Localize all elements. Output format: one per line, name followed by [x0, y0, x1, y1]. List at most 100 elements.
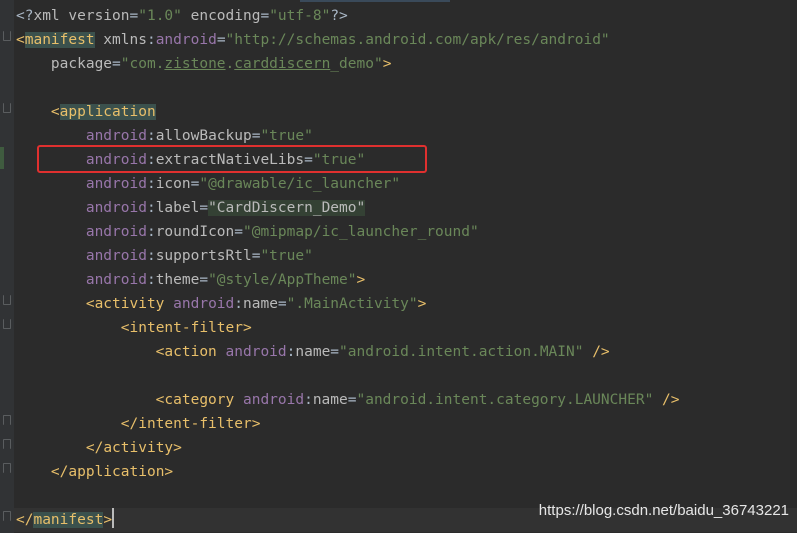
code-line-supports-rtl[interactable]: android:supportsRtl="true": [16, 244, 313, 268]
code-token: =: [330, 344, 340, 360]
code-line-manifest-open[interactable]: <manifest xmlns:android="http://schemas.…: [16, 28, 610, 52]
code-token: _demo": [330, 56, 383, 72]
fold-marker-icon[interactable]: [3, 463, 11, 473]
code-token: encoding: [181, 8, 261, 24]
fold-marker-icon[interactable]: [3, 415, 11, 425]
fold-marker-icon[interactable]: [3, 319, 11, 329]
code-token: "utf-8": [269, 8, 331, 24]
code-token: </: [16, 440, 104, 456]
code-token: "1.0": [138, 8, 182, 24]
code-line-activity-close[interactable]: </activity>: [16, 436, 182, 460]
code-token: :: [146, 32, 156, 48]
code-line-xml-decl[interactable]: <?xml version="1.0" encoding="utf-8"?>: [16, 4, 348, 28]
code-token: zistone: [164, 56, 226, 72]
code-token: ?>: [330, 8, 348, 24]
fold-marker-icon[interactable]: [3, 439, 11, 449]
code-token: >: [382, 56, 392, 72]
code-token: android: [164, 296, 235, 312]
code-line-category[interactable]: <category android:name="android.intent.c…: [16, 388, 680, 412]
code-token: supportsRtl: [155, 248, 252, 264]
code-token: android: [16, 200, 147, 216]
code-token: action: [164, 344, 217, 360]
editor-gutter: [0, 0, 14, 533]
fold-marker-icon[interactable]: [3, 103, 11, 113]
code-token: android: [234, 392, 305, 408]
highlight-annotation-box: [37, 145, 427, 173]
code-token: =: [260, 8, 270, 24]
code-token: android: [16, 128, 147, 144]
code-token: =: [199, 200, 209, 216]
code-token: activity: [103, 440, 174, 456]
code-token: :: [304, 392, 313, 408]
code-token: "@mipmap/ic_launcher_round": [243, 224, 479, 240]
code-token: </: [16, 512, 34, 528]
code-token: </: [16, 464, 69, 480]
code-token: "com.: [120, 56, 165, 72]
code-token: "@style/AppTheme": [208, 272, 357, 288]
code-token: :: [146, 224, 156, 240]
watermark-text: https://blog.csdn.net/baidu_36743221: [538, 502, 789, 519]
fold-marker-icon[interactable]: [3, 31, 11, 41]
code-token: >: [164, 464, 174, 480]
code-token: category: [164, 392, 235, 408]
code-line-label[interactable]: android:label="CardDiscern_Demo": [16, 196, 366, 220]
code-token: =: [277, 296, 287, 312]
code-token: "@drawable/ic_launcher": [199, 176, 401, 192]
code-token: =: [216, 32, 226, 48]
code-token: =: [199, 272, 209, 288]
code-token: android: [16, 224, 147, 240]
code-token: >: [103, 512, 113, 528]
code-token: <: [16, 32, 25, 48]
code-token: =: [129, 8, 139, 24]
code-token: android: [16, 176, 147, 192]
vcs-change-marker: [0, 147, 4, 169]
code-token: "CardDiscern_Demo": [208, 200, 366, 216]
code-token: icon: [155, 176, 191, 192]
code-token: allowBackup: [155, 128, 252, 144]
code-line-intent-filter-open[interactable]: <intent-filter>: [16, 316, 252, 340]
code-token: <: [16, 296, 95, 312]
code-line-application-close[interactable]: </application>: [16, 460, 173, 484]
code-line-action[interactable]: <action android:name="android.intent.act…: [16, 340, 610, 364]
code-line-application-open[interactable]: <application: [16, 100, 156, 124]
code-token: xml version: [33, 8, 130, 24]
code-token: </: [16, 416, 139, 432]
code-token: :: [146, 248, 156, 264]
code-line-package[interactable]: package="com.zistone.carddiscern_demo">: [16, 52, 392, 76]
code-token: :: [234, 296, 243, 312]
code-token: android: [155, 32, 217, 48]
code-token: name: [312, 392, 348, 408]
code-token: package: [16, 56, 113, 72]
code-token: "android.intent.category.LAUNCHER": [356, 392, 654, 408]
fold-marker-icon[interactable]: [3, 295, 11, 305]
code-token: carddiscern: [234, 56, 331, 72]
fold-marker-icon[interactable]: [3, 511, 11, 521]
code-token: "http://schemas.android.com/apk/res/andr…: [225, 32, 610, 48]
code-token: =: [234, 224, 243, 240]
code-token: android: [216, 344, 287, 360]
code-token: >: [417, 296, 427, 312]
code-token: :: [146, 128, 156, 144]
code-token: application: [59, 104, 156, 120]
code-token: manifest: [33, 512, 104, 528]
code-token: .: [225, 56, 235, 72]
code-line-intent-filter-close[interactable]: </intent-filter>: [16, 412, 261, 436]
code-token: roundIcon: [155, 224, 235, 240]
code-token: theme: [155, 272, 200, 288]
code-line-round-icon[interactable]: android:roundIcon="@mipmap/ic_launcher_r…: [16, 220, 479, 244]
code-token: :: [146, 176, 156, 192]
code-token: />: [653, 392, 680, 408]
code-line-theme[interactable]: android:theme="@style/AppTheme">: [16, 268, 365, 292]
code-token: <: [16, 104, 60, 120]
code-token: <: [16, 344, 165, 360]
code-token: manifest: [24, 32, 95, 48]
code-token: =: [112, 56, 121, 72]
text-caret: [112, 508, 114, 528]
code-token: <: [16, 320, 130, 336]
code-token: >: [243, 320, 252, 336]
code-token: :: [146, 272, 156, 288]
code-token: />: [583, 344, 610, 360]
code-token: intent-filter: [129, 320, 244, 336]
code-line-icon[interactable]: android:icon="@drawable/ic_launcher": [16, 172, 400, 196]
code-line-activity-open[interactable]: <activity android:name=".MainActivity">: [16, 292, 427, 316]
